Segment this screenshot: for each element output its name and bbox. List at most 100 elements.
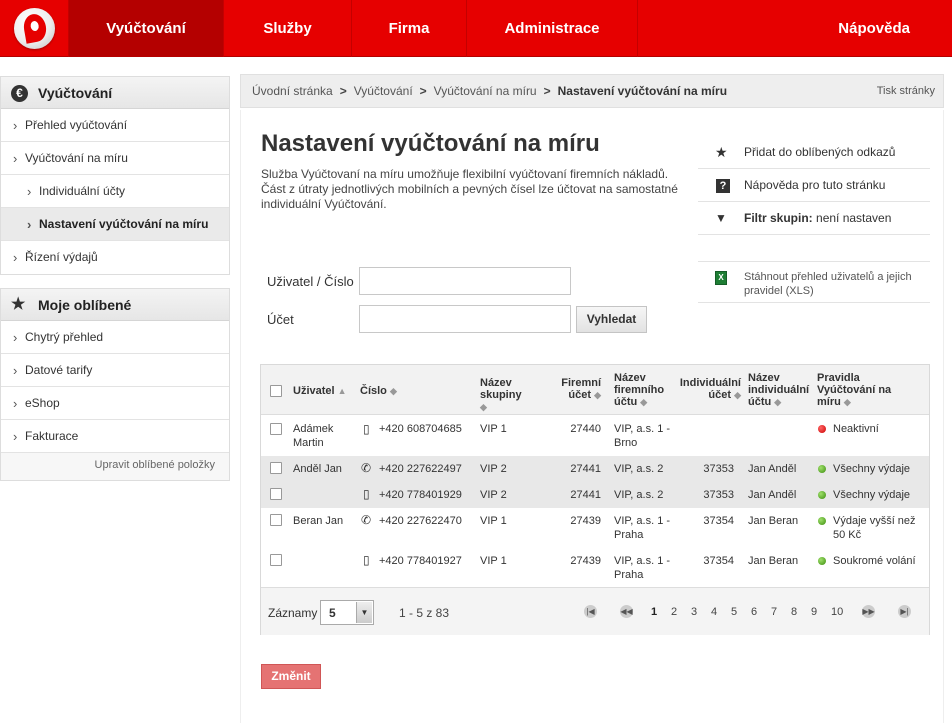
sidebar-item-custom-billing-settings[interactable]: Nastavení vyúčtování na míru (1, 208, 229, 241)
individual-account-name-cell: Jan Anděl (748, 489, 797, 501)
phone-icon: ✆ (361, 513, 372, 527)
col-user-label: Uživatel (293, 385, 335, 397)
select-all-checkbox[interactable] (270, 385, 282, 397)
page-2[interactable]: 2 (671, 606, 677, 618)
nav-billing[interactable]: Vyúčtování (69, 0, 224, 57)
page-3[interactable]: 3 (691, 606, 697, 618)
breadcrumb-billing[interactable]: Vyúčtování (354, 84, 413, 98)
table-row[interactable]: ▯ +420 778401929 VIP 2 27441 VIP, a.s. 2… (261, 482, 929, 508)
col-company-account[interactable]: Firemní účet ◆ (553, 377, 601, 401)
last-page-icon[interactable]: ▶| (898, 605, 911, 618)
table-row[interactable]: Anděl Jan ✆ +420 227622497 VIP 2 27441 V… (261, 456, 929, 482)
col-individual-account[interactable]: Individuální účet ◆ (679, 377, 741, 401)
change-button[interactable]: Změnit (261, 664, 321, 689)
table-header: Uživatel ▲ Číslo ◆ Název skupiny ◆ Firem… (261, 365, 929, 415)
user-cell: Adámek Martin (293, 423, 334, 449)
sidebar-favorites-header: ★ Moje oblíbené (1, 289, 229, 321)
row-checkbox[interactable] (270, 514, 282, 526)
row-checkbox[interactable] (270, 554, 282, 566)
breadcrumb-separator: > (339, 84, 347, 98)
edit-favorites-link[interactable]: Upravit oblíbené položky (1, 453, 229, 480)
rows-per-page-select[interactable]: 5 ▼ (320, 600, 374, 625)
page-1[interactable]: 1 (651, 606, 657, 618)
sidebar-item-billing-overview[interactable]: Přehled vyúčtování (1, 109, 229, 142)
sidebar-item-invoicing[interactable]: Fakturace (1, 420, 229, 453)
breadcrumb-custom-billing[interactable]: Vyúčtování na míru (434, 84, 537, 98)
sort-icon: ▲ (337, 386, 347, 396)
user-cell: Beran Jan (293, 515, 344, 527)
breadcrumb-bar: Úvodní stránka > Vyúčtování > Vyúčtování na … (240, 74, 944, 108)
status-green-icon (818, 517, 826, 525)
row-checkbox[interactable] (270, 423, 282, 435)
page-help-label: Nápověda pro tuto stránku (744, 178, 886, 192)
company-account-name-cell: VIP, a.s. 2 (614, 489, 664, 501)
number-cell: +420 608704685 (379, 423, 462, 435)
nav-services[interactable]: Služby (224, 0, 352, 57)
page-6[interactable]: 6 (751, 606, 757, 618)
group-cell: VIP 1 (480, 555, 507, 567)
page-5[interactable]: 5 (731, 606, 737, 618)
nav-company[interactable]: Firma (352, 0, 467, 57)
group-filter-label: Filtr skupin: (744, 211, 813, 225)
download-xls-link[interactable]: X Stáhnout přehled uživatelů a jejich pr… (698, 261, 930, 303)
col-number-label: Číslo (360, 385, 387, 397)
sidebar-favorites-title: Moje oblíbené (38, 297, 132, 313)
col-rules[interactable]: Pravidla Vyúčtování na míru ◆ (817, 372, 907, 408)
col-company-account-name[interactable]: Název firemního účtu ◆ (614, 372, 672, 408)
add-favorite-link[interactable]: ★ Přidat do oblíbených odkazů (698, 136, 930, 169)
col-number[interactable]: Číslo ◆ (360, 385, 397, 397)
filter-icon: ▼ (715, 211, 727, 225)
star-icon: ★ (11, 296, 26, 313)
sidebar-item-expense-control[interactable]: Řízení výdajů (1, 241, 229, 274)
sidebar-item-eshop[interactable]: eShop (1, 387, 229, 420)
table-row[interactable]: Adámek Martin ▯ +420 608704685 VIP 1 274… (261, 416, 929, 456)
excel-icon: X (715, 271, 727, 285)
page-10[interactable]: 10 (831, 606, 843, 618)
page-7[interactable]: 7 (771, 606, 777, 618)
number-cell: +420 778401927 (379, 555, 462, 567)
table-row[interactable]: Beran Jan ✆ +420 227622470 VIP 1 27439 V… (261, 508, 929, 548)
company-account-name-cell: VIP, a.s. 1 - Praha (614, 555, 671, 581)
account-input[interactable] (359, 305, 571, 333)
next-page-icon[interactable]: ▶▶ (862, 605, 875, 618)
page-4[interactable]: 4 (711, 606, 717, 618)
group-filter-link[interactable]: ▼ Filtr skupin: není nastaven (698, 202, 930, 235)
user-number-input[interactable] (359, 267, 571, 295)
first-page-icon[interactable]: |◀ (584, 605, 597, 618)
company-account-name-cell: VIP, a.s. 1 - Praha (614, 515, 671, 541)
col-group[interactable]: Název skupiny ◆ (480, 377, 530, 413)
sidebar-billing-box: € Vyúčtování Přehled vyúčtování Vyúčtová… (0, 76, 230, 275)
sort-icon: ◆ (774, 397, 782, 407)
nav-help[interactable]: Nápověda (638, 0, 952, 57)
col-user[interactable]: Uživatel ▲ (293, 385, 347, 397)
page-help-link[interactable]: ? Nápověda pro tuto stránku (698, 169, 930, 202)
sidebar-item-custom-billing[interactable]: Vyúčtování na míru (1, 142, 229, 175)
sidebar-item-data-tariffs[interactable]: Datové tarify (1, 354, 229, 387)
top-navigation: Vyúčtování Služby Firma Administrace Náp… (0, 0, 952, 57)
rows-per-page-value: 5 (329, 606, 336, 620)
euro-icon: € (11, 85, 28, 102)
breadcrumb-separator: > (543, 84, 551, 98)
col-individual-account-name[interactable]: Název individuální účtu ◆ (748, 372, 814, 408)
download-xls-label: Stáhnout přehled uživatelů a jejich prav… (744, 271, 912, 297)
page-8[interactable]: 8 (791, 606, 797, 618)
chevron-down-icon: ▼ (356, 602, 372, 623)
group-cell: VIP 1 (480, 515, 507, 527)
vodafone-logo[interactable] (0, 0, 69, 57)
logo-circle (14, 8, 55, 49)
print-page-link[interactable]: Tisk stránky (877, 75, 935, 108)
nav-administration[interactable]: Administrace (467, 0, 638, 57)
number-cell: +420 227622497 (379, 463, 462, 475)
sort-icon: ◆ (734, 390, 741, 400)
page-9[interactable]: 9 (811, 606, 817, 618)
table-row[interactable]: ▯ +420 778401927 VIP 1 27439 VIP, a.s. 1… (261, 548, 929, 587)
rows-per-page-label: Záznamy (268, 606, 318, 620)
search-button[interactable]: Vyhledat (576, 306, 647, 333)
breadcrumb-home[interactable]: Úvodní stránka (252, 84, 333, 98)
rule-cell: Neaktivní (833, 423, 879, 435)
prev-page-icon[interactable]: ◀◀ (620, 605, 633, 618)
row-checkbox[interactable] (270, 488, 282, 500)
sidebar-item-smart-overview[interactable]: Chytrý přehled (1, 321, 229, 354)
row-checkbox[interactable] (270, 462, 282, 474)
sidebar-item-individual-accounts[interactable]: Individuální účty (1, 175, 229, 208)
